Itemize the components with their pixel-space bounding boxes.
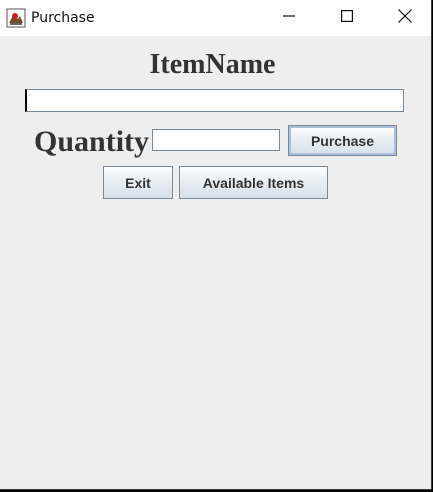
purchase-button[interactable]: Purchase: [288, 125, 397, 156]
exit-button[interactable]: Exit: [103, 166, 173, 199]
quantity-label: Quantity: [34, 125, 150, 158]
window-title: Purchase: [31, 10, 95, 26]
java-app-icon: [6, 8, 26, 28]
minimize-button[interactable]: [260, 0, 318, 36]
close-button[interactable]: [376, 0, 431, 36]
purchase-window: Purchase ItemName Quantity Purchase Exit…: [0, 0, 432, 490]
maximize-icon: [341, 9, 354, 27]
item-name-label: ItemName: [149, 49, 276, 80]
maximize-button[interactable]: [318, 0, 376, 36]
minimize-icon: [283, 9, 295, 27]
available-items-button[interactable]: Available Items: [179, 166, 328, 199]
title-bar[interactable]: Purchase: [0, 0, 431, 36]
quantity-field[interactable]: [152, 129, 280, 151]
close-icon: [398, 8, 412, 28]
item-name-field[interactable]: [25, 89, 404, 112]
